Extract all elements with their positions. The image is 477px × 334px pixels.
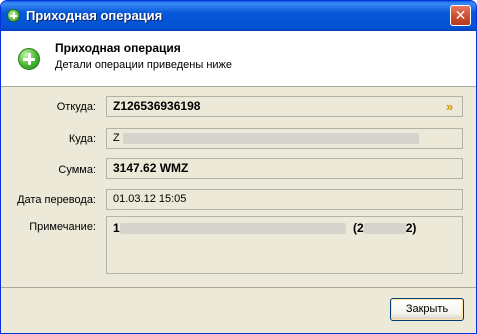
window-title: Приходная операция [26, 8, 163, 23]
from-field[interactable]: Z126536936198 » [106, 96, 463, 117]
footer-divider [1, 287, 476, 288]
incoming-operation-icon [18, 48, 40, 70]
title-bar[interactable]: Приходная операция ✕ [1, 1, 476, 31]
note-field[interactable]: 1 (2 2) [106, 216, 463, 274]
redacted-text [363, 223, 406, 235]
note-value-end: 2) [405, 221, 417, 235]
from-value: Z126536936198 [113, 99, 201, 113]
close-button[interactable]: Закрыть [390, 298, 464, 321]
to-value: Z [113, 132, 120, 144]
window-close-button[interactable]: ✕ [450, 5, 471, 26]
redacted-text [122, 132, 419, 144]
to-label: Куда: [68, 133, 96, 145]
note-value-start: 1 [113, 221, 120, 235]
from-label: Откуда: [56, 101, 96, 113]
amount-value: 3147.62 WMZ [113, 161, 189, 175]
note-value-paren: (2 [353, 221, 364, 235]
add-circle-icon [7, 9, 20, 22]
amount-label: Сумма: [58, 164, 96, 176]
date-field[interactable]: 01.03.12 15:05 [106, 189, 463, 210]
to-field[interactable]: Z [106, 128, 463, 149]
header-title: Приходная операция [55, 41, 181, 55]
date-value: 01.03.12 15:05 [113, 193, 187, 205]
chevron-right-icon[interactable]: » [446, 100, 458, 113]
redacted-text [119, 223, 346, 235]
transaction-dialog: Приходная операция ✕ Приходная операция … [0, 0, 477, 334]
note-text: 1 (2 2) [113, 221, 416, 235]
dialog-header: Приходная операция Детали операции приве… [1, 31, 476, 87]
note-label: Примечание: [29, 221, 96, 233]
date-label: Дата перевода: [17, 194, 96, 206]
amount-field[interactable]: 3147.62 WMZ [106, 158, 463, 179]
header-subtitle: Детали операции приведены ниже [55, 59, 233, 71]
